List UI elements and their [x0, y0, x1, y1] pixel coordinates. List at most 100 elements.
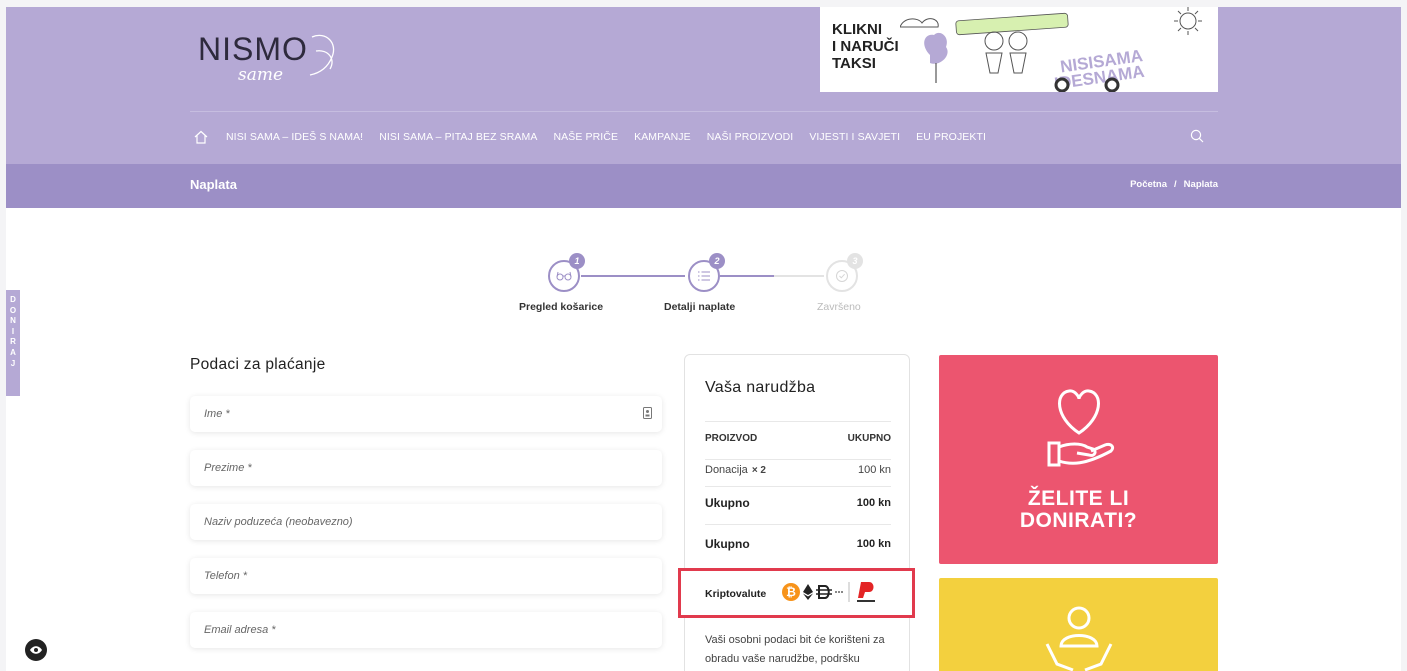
company-field [190, 504, 662, 540]
donate-card-line-1: ŽELITE LI [1027, 487, 1130, 510]
step-1-badge: 1 [569, 253, 585, 269]
order-item-row: Donacija × 2 100 kn [705, 464, 891, 476]
person-hands-icon [1045, 606, 1113, 671]
breadcrumb-home-link[interactable]: Početna [1130, 179, 1167, 190]
dash-coin-icon [816, 585, 832, 599]
order-header-row: PROIZVOD UKUPNO [705, 433, 891, 444]
phone-field [190, 558, 662, 594]
step-2-badge: 2 [709, 253, 725, 269]
step-line-2 [720, 275, 774, 277]
total-label: Ukupno [705, 537, 750, 551]
phone-input[interactable] [190, 558, 662, 594]
search-icon [1190, 129, 1204, 143]
glasses-icon [556, 271, 572, 281]
check-circle-icon [836, 270, 848, 282]
order-divider [705, 524, 891, 525]
subtotal-row: Ukupno 100 kn [705, 496, 891, 510]
nav-item-vijesti[interactable]: VIJESTI I SAVJETI [809, 131, 900, 143]
first-name-input[interactable] [190, 396, 662, 432]
payment-provider-logo-icon [857, 582, 875, 602]
logo-swirl-icon [309, 34, 335, 76]
donate-card-text: ŽELITE LI DONIRATI? [939, 488, 1218, 532]
col-product: PROIZVOD [705, 433, 758, 444]
crypto-payment-option[interactable]: Kriptovalute ₿ [678, 568, 915, 618]
breadcrumb: Početna / Naplata [1130, 179, 1218, 190]
more-dots-icon [835, 591, 843, 593]
subtotal-label: Ukupno [705, 496, 750, 510]
breadcrumb-separator: / [1174, 179, 1177, 190]
total-row: Ukupno 100 kn [705, 537, 891, 551]
header-divider [190, 111, 1218, 112]
side-tab-letter: J [10, 358, 16, 368]
nav-item-nasi-proizvodi[interactable]: NAŠI PROIZVODI [707, 131, 794, 143]
list-icon [698, 271, 710, 281]
nav-item-kampanje[interactable]: KAMPANJE [634, 131, 691, 143]
side-tab-letter: O [9, 305, 17, 315]
nav-item-eu-projekti[interactable]: EU PROJEKTI [916, 131, 986, 143]
svg-text:₿: ₿ [786, 585, 796, 599]
step-line-1 [581, 275, 685, 277]
nav-item-nisi-sama-pitaj[interactable]: NISI SAMA – PITAJ BEZ SRAMA [379, 131, 537, 143]
site-logo[interactable]: NISMO same [198, 31, 358, 91]
last-name-input[interactable] [190, 450, 662, 486]
breadcrumb-bar: Naplata Početna / Naplata [6, 164, 1401, 208]
side-tab-letter: A [10, 347, 16, 357]
side-tab-letter: R [10, 337, 16, 347]
privacy-note: Vaši osobni podaci bit će korišteni za o… [705, 634, 885, 665]
total-amount: 100 kn [856, 538, 891, 550]
bitcoin-icon: ₿ [782, 583, 800, 601]
banner-illustration: NISISAMA IDESNAMA [900, 7, 1202, 92]
accessibility-button[interactable] [25, 639, 47, 661]
checkout-steps: 1 2 3 Pregled košarice Detalji naplate Z… [6, 247, 1401, 317]
divider-line [848, 582, 850, 602]
step-2-label: Detalji naplate [664, 301, 736, 313]
step-line-3 [774, 275, 824, 277]
page-title: Naplata [190, 177, 237, 192]
contact-card-icon[interactable] [643, 407, 652, 419]
page: NISMO same KLIKNI I NARUČI TAKSI NISISAM… [6, 7, 1401, 671]
donate-card-line-2: DONIRATI? [1019, 509, 1138, 532]
step-3-label: Završeno [817, 301, 861, 313]
order-divider [705, 421, 891, 422]
side-tab-letter: D [10, 295, 16, 304]
nav-item-nisi-sama-ides[interactable]: NISI SAMA – IDEŠ S NAMA! [226, 131, 363, 143]
nav-home-link[interactable] [190, 127, 212, 147]
billing-form-title: Podaci za plaćanje [190, 356, 326, 373]
last-name-field [190, 450, 662, 486]
eye-icon [30, 646, 42, 654]
logo-sub-text: same [238, 65, 284, 85]
home-icon [194, 130, 208, 144]
col-total: UKUPNO [847, 433, 891, 444]
order-summary: Vaša narudžba PROIZVOD UKUPNO Donacija × … [684, 354, 910, 671]
email-field [190, 612, 662, 648]
step-1-label: Pregled košarice [519, 301, 604, 313]
subtotal-amount: 100 kn [856, 497, 891, 509]
taxi-banner[interactable]: KLIKNI I NARUČI TAKSI NISISAMA IDESNAMA [820, 7, 1218, 92]
item-qty: × 2 [751, 465, 766, 476]
support-card[interactable] [939, 578, 1218, 671]
item-name: Donacija [705, 464, 748, 476]
main-nav: NISI SAMA – IDEŠ S NAMA! NISI SAMA – PIT… [190, 127, 1002, 147]
order-title: Vaša narudžba [705, 379, 816, 396]
heart-hand-icon [1047, 389, 1115, 467]
first-name-field [190, 396, 662, 432]
ethereum-icon [803, 584, 813, 600]
order-divider [705, 486, 891, 487]
logo-main-text: NISMO [198, 31, 308, 67]
side-tab-letter: N [10, 316, 16, 326]
crypto-icons: ₿ [782, 580, 877, 604]
company-input[interactable] [190, 504, 662, 540]
crypto-label: Kriptovalute [705, 588, 767, 600]
order-divider [705, 459, 891, 460]
item-amount: 100 kn [857, 464, 891, 476]
nav-search-button[interactable] [1190, 129, 1204, 148]
donate-card[interactable]: ŽELITE LI DONIRATI? [939, 355, 1218, 564]
site-header: NISMO same KLIKNI I NARUČI TAKSI NISISAM… [6, 7, 1401, 164]
step-3-badge: 3 [847, 253, 863, 269]
breadcrumb-current: Naplata [1183, 179, 1218, 190]
donate-side-tab[interactable]: D O N I R A J [6, 290, 20, 396]
nav-item-nase-price[interactable]: NAŠE PRIČE [553, 131, 618, 143]
banner-text: KLIKNI I NARUČI TAKSI [832, 21, 899, 72]
side-tab-letter: I [11, 326, 15, 336]
email-input[interactable] [190, 612, 662, 648]
